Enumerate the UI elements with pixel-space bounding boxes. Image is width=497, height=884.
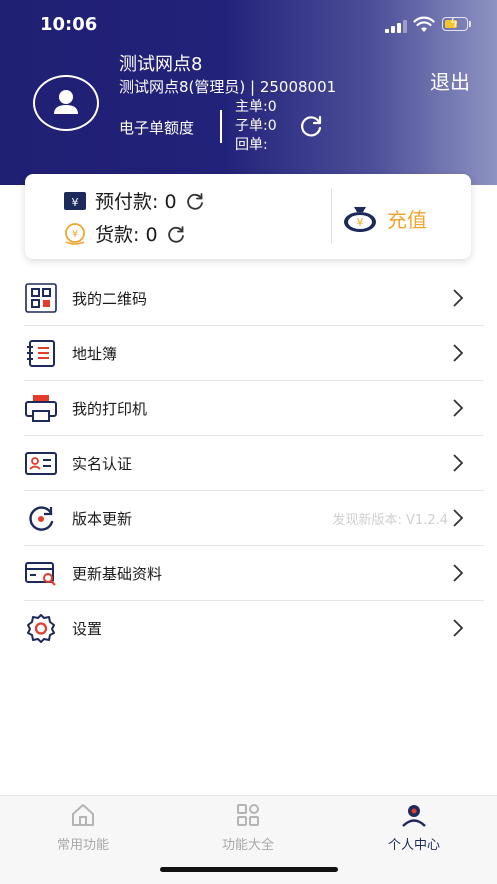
menu-label: 设置 bbox=[72, 620, 103, 638]
signal-icon bbox=[385, 19, 407, 33]
menu-item-address-book[interactable]: 地址簿 bbox=[24, 326, 484, 381]
prepay-label: 预付款: 0 bbox=[95, 191, 177, 213]
menu-item-settings[interactable]: 设置 bbox=[24, 601, 484, 655]
chevron-right-icon bbox=[453, 564, 464, 582]
id-card-icon bbox=[25, 452, 57, 475]
menu-item-version-update[interactable]: 版本更新 发现新版本: V1.2.4 bbox=[24, 491, 484, 546]
station-subline: 测试网点8(管理员) | 25008001 bbox=[119, 78, 337, 96]
home-icon bbox=[72, 804, 94, 826]
menu-label: 我的二维码 bbox=[72, 290, 148, 308]
station-name: 测试网点8 bbox=[119, 54, 203, 75]
status-time: 10:06 bbox=[40, 14, 98, 35]
menu-label: 实名认证 bbox=[72, 455, 133, 473]
quota-divider bbox=[220, 110, 222, 143]
new-version-note: 发现新版本: V1.2.4 bbox=[332, 513, 448, 528]
goods-row: ¥ 货款: 0 bbox=[63, 220, 186, 247]
refresh-goods-icon[interactable] bbox=[166, 224, 186, 244]
svg-text:¥: ¥ bbox=[357, 216, 364, 229]
svg-text:¥: ¥ bbox=[72, 229, 78, 240]
data-update-icon bbox=[25, 562, 56, 586]
user-avatar-icon bbox=[54, 90, 78, 114]
chevron-right-icon bbox=[453, 509, 464, 527]
menu-label: 更新基础资料 bbox=[72, 565, 163, 583]
chevron-right-icon bbox=[453, 344, 464, 362]
menu-item-update-data[interactable]: 更新基础资料 bbox=[24, 546, 484, 601]
status-bar: 10:06 ϟ bbox=[0, 0, 497, 50]
battery-cap bbox=[469, 21, 471, 27]
grid-icon bbox=[237, 804, 259, 826]
person-icon bbox=[402, 805, 426, 827]
avatar[interactable] bbox=[33, 75, 99, 131]
chevron-right-icon bbox=[453, 289, 464, 307]
prepay-row: ¥ 预付款: 0 bbox=[63, 187, 205, 214]
quota-main: 主单:0 bbox=[235, 99, 277, 115]
quota-sub: 子单:0 bbox=[235, 118, 277, 134]
menu-item-real-name[interactable]: 实名认证 bbox=[24, 436, 484, 491]
svg-text:¥: ¥ bbox=[72, 196, 79, 209]
menu-label: 我的打印机 bbox=[72, 400, 148, 418]
menu-label: 地址簿 bbox=[72, 345, 118, 363]
wifi-icon bbox=[413, 16, 435, 32]
balance-card: ¥ 预付款: 0 ¥ 货款: 0 ¥ 充值 bbox=[25, 174, 471, 259]
logout-button[interactable]: 退出 bbox=[430, 66, 470, 95]
chevron-right-icon bbox=[453, 454, 464, 472]
profile-header: 10:06 ϟ 测试网点8 测试网点8(管理员) | 25008001 退出 电… bbox=[0, 0, 497, 185]
tab-personal-center[interactable]: 个人中心 bbox=[354, 802, 474, 853]
tab-label: 功能大全 bbox=[221, 838, 274, 853]
chevron-right-icon bbox=[453, 399, 464, 417]
wallet-icon: ¥ bbox=[64, 191, 86, 210]
recharge-button[interactable]: ¥ 充值 bbox=[341, 198, 427, 238]
tab-common-functions[interactable]: 常用功能 bbox=[23, 802, 143, 853]
menu-label: 版本更新 bbox=[72, 510, 133, 528]
gear-icon bbox=[27, 614, 55, 643]
tab-all-functions[interactable]: 功能大全 bbox=[188, 802, 308, 853]
tab-label: 个人中心 bbox=[387, 838, 440, 853]
quota-label: 电子单额度 bbox=[119, 119, 195, 137]
quota-return: 回单: bbox=[235, 137, 268, 153]
goods-payment-icon: ¥ bbox=[65, 222, 85, 245]
qrcode-icon bbox=[25, 283, 57, 313]
refresh-prepay-icon[interactable] bbox=[185, 191, 205, 211]
battery-icon: ϟ bbox=[442, 16, 468, 31]
update-icon bbox=[29, 506, 54, 531]
menu-item-qrcode[interactable]: 我的二维码 bbox=[24, 271, 484, 326]
home-indicator bbox=[160, 867, 338, 872]
recharge-label: 充值 bbox=[387, 207, 427, 232]
tab-label: 常用功能 bbox=[56, 838, 109, 853]
card-divider bbox=[331, 188, 332, 244]
money-bag-icon: ¥ bbox=[344, 207, 376, 232]
refresh-quota-icon[interactable] bbox=[298, 113, 324, 139]
goods-label: 货款: 0 bbox=[95, 224, 158, 246]
chevron-right-icon bbox=[453, 619, 464, 637]
printer-icon bbox=[25, 395, 57, 422]
address-book-icon bbox=[27, 340, 55, 367]
menu-item-printer[interactable]: 我的打印机 bbox=[24, 381, 484, 436]
menu-list: 我的二维码 地址簿 我的打印机 实名认证 版本更新 发现新版本: V1.2.4 … bbox=[0, 271, 497, 655]
